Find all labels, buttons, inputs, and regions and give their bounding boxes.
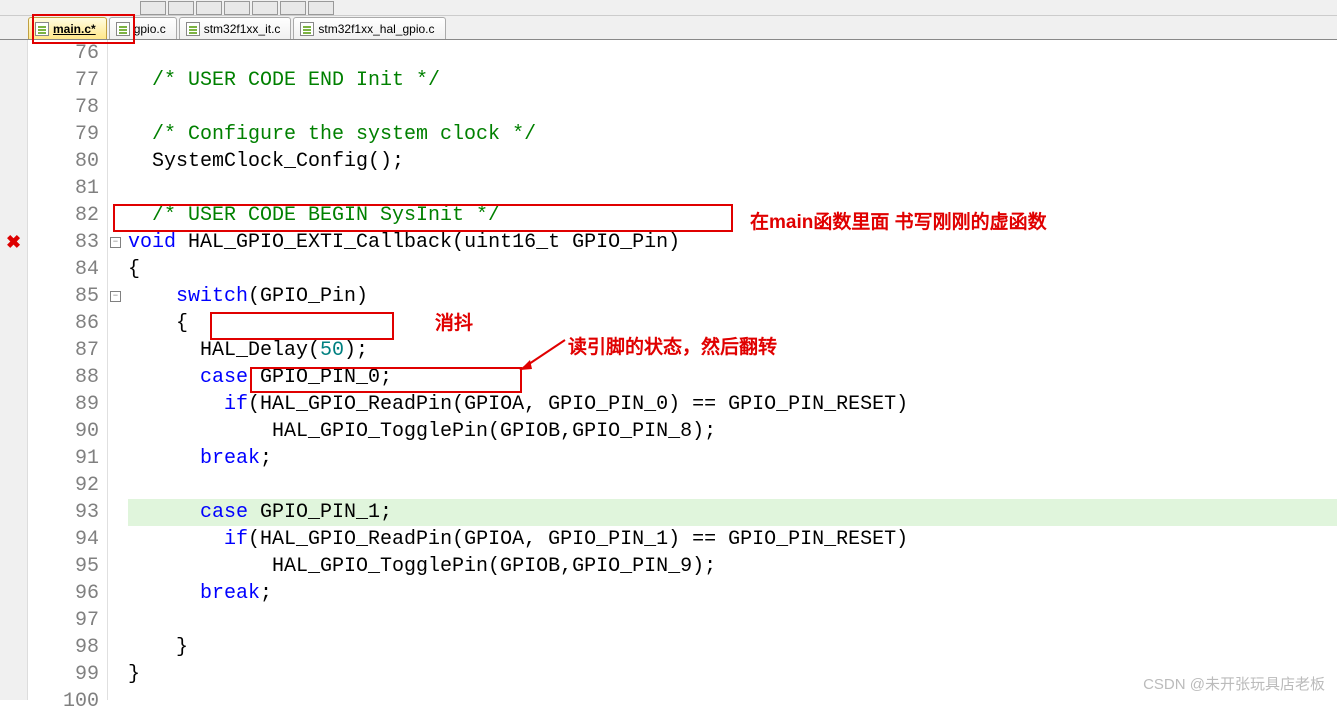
code-keyword: switch xyxy=(176,285,248,308)
error-mark-icon: ✖ xyxy=(6,232,21,254)
tab-label: main.c* xyxy=(53,22,96,36)
file-icon xyxy=(35,22,49,36)
code-area[interactable]: /* USER CODE END Init */ /* Configure th… xyxy=(126,40,1337,700)
file-icon xyxy=(186,22,200,36)
toolbar-btn[interactable] xyxy=(252,1,278,15)
code-text: (HAL_GPIO_ReadPin(GPIOA, GPIO_PIN_1) == … xyxy=(248,528,908,551)
line-number-gutter: 76 77 78 79 80 81 82 83 84 85 86 87 88 8… xyxy=(28,40,108,700)
fold-minus-icon[interactable]: − xyxy=(110,291,121,302)
tab-stm32f1xx-it-c[interactable]: stm32f1xx_it.c xyxy=(179,17,292,39)
tab-bar: main.c* gpio.c stm32f1xx_it.c stm32f1xx_… xyxy=(0,16,1337,40)
toolbar-fragment xyxy=(0,0,1337,16)
code-text: ; xyxy=(260,447,272,470)
code-line: HAL_GPIO_TogglePin(GPIOB,GPIO_PIN_8); xyxy=(128,420,716,443)
marker-margin: ✖ xyxy=(0,40,28,700)
code-keyword: void xyxy=(128,231,176,254)
code-text: (GPIO_Pin) xyxy=(248,285,368,308)
code-keyword: break xyxy=(200,447,260,470)
code-keyword: if xyxy=(224,393,248,416)
file-icon xyxy=(116,22,130,36)
code-text: (HAL_GPIO_ReadPin(GPIOA, GPIO_PIN_0) == … xyxy=(248,393,908,416)
toolbar-btn[interactable] xyxy=(168,1,194,15)
toolbar-btn[interactable] xyxy=(140,1,166,15)
code-keyword: break xyxy=(200,582,260,605)
tab-label: stm32f1xx_it.c xyxy=(204,22,281,36)
toolbar-btn[interactable] xyxy=(224,1,250,15)
code-line: /* USER CODE END Init */ xyxy=(128,69,440,92)
code-text: ); xyxy=(344,339,368,362)
code-line: HAL_GPIO_TogglePin(GPIOB,GPIO_PIN_9); xyxy=(128,555,716,578)
code-line: { xyxy=(128,312,188,335)
code-line: /* USER CODE BEGIN SysInit */ xyxy=(128,204,500,227)
code-line: } xyxy=(128,663,140,686)
code-number: 50 xyxy=(320,339,344,362)
annotation-debounce: 消抖 xyxy=(435,308,473,335)
file-icon xyxy=(300,22,314,36)
toolbar-btn[interactable] xyxy=(280,1,306,15)
code-text: HAL_GPIO_EXTI_Callback(uint16_t GPIO_Pin… xyxy=(176,231,680,254)
code-line: { xyxy=(128,258,140,281)
code-line: } xyxy=(128,636,188,659)
tab-stm32f1xx-hal-gpio-c[interactable]: stm32f1xx_hal_gpio.c xyxy=(293,17,445,39)
code-line: /* Configure the system clock */ xyxy=(128,123,536,146)
code-keyword: case xyxy=(200,366,248,389)
code-keyword: if xyxy=(224,528,248,551)
tab-label: stm32f1xx_hal_gpio.c xyxy=(318,22,434,36)
code-text: GPIO_PIN_0; xyxy=(248,366,392,389)
code-text: ; xyxy=(260,582,272,605)
tab-gpio-c[interactable]: gpio.c xyxy=(109,17,177,39)
watermark: CSDN @未开张玩具店老板 xyxy=(1143,673,1325,694)
code-keyword: case xyxy=(200,501,248,524)
fold-column: − − xyxy=(108,40,126,700)
annotation-read-pin: 读引脚的状态，然后翻转 xyxy=(568,332,777,359)
code-editor[interactable]: ✖ 76 77 78 79 80 81 82 83 84 85 86 87 88… xyxy=(0,40,1337,700)
tab-label: gpio.c xyxy=(134,22,166,36)
code-text: HAL_Delay( xyxy=(128,339,320,362)
annotation-main-func: 在main函数里面 书写刚刚的虚函数 xyxy=(750,207,1047,234)
code-text: GPIO_PIN_1; xyxy=(248,501,392,524)
fold-minus-icon[interactable]: − xyxy=(110,237,121,248)
toolbar-btn[interactable] xyxy=(308,1,334,15)
code-line: SystemClock_Config(); xyxy=(128,150,404,173)
tab-main-c[interactable]: main.c* xyxy=(28,17,107,39)
toolbar-btn[interactable] xyxy=(196,1,222,15)
